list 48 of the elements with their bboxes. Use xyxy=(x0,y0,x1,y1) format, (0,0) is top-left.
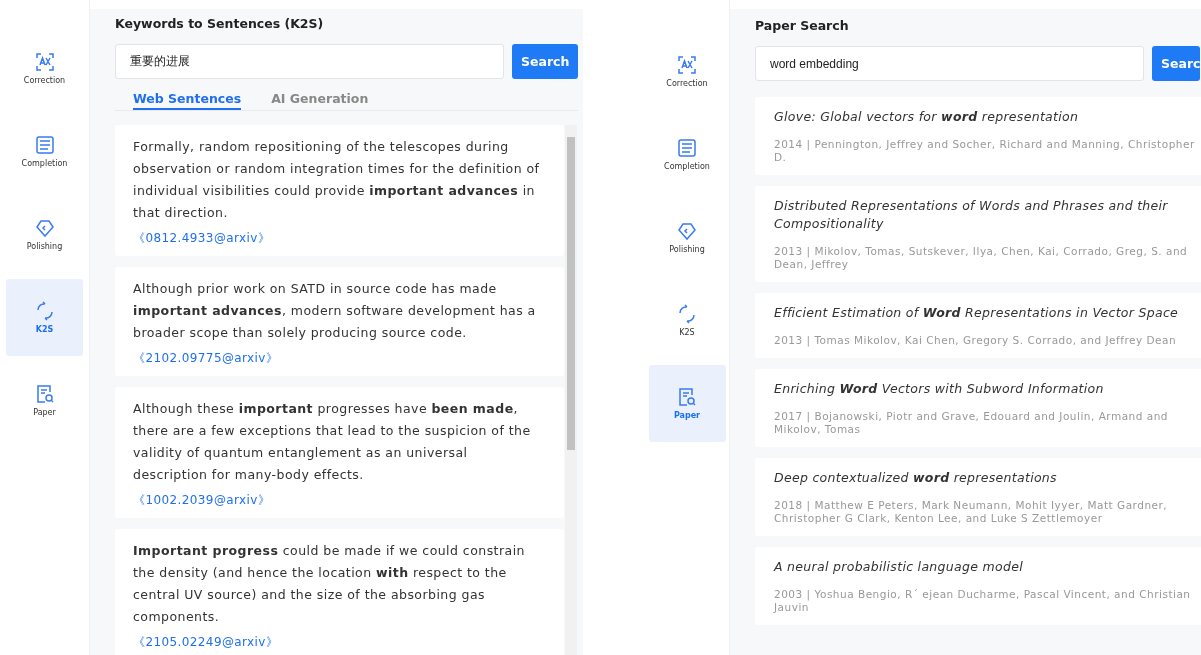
sidebar-item[interactable]: Completion xyxy=(648,116,726,193)
document-search-icon xyxy=(677,387,697,407)
text-scan-icon xyxy=(677,55,697,75)
diamond-icon xyxy=(34,218,55,238)
sentence-text: Although these important progresses have been made, there are a few exceptions that lead to the suspicion of the validity of quantum entanglement as an universal description for many-body effects. xyxy=(133,400,532,484)
search-button[interactable]: Searc xyxy=(1152,46,1200,81)
search-field[interactable]: 重要的进展 xyxy=(115,44,504,79)
convert-arrows-icon xyxy=(677,304,697,324)
search-field[interactable]: word embedding xyxy=(755,46,1144,81)
paper-title[interactable]: Enriching Word Vectors with Subword Information xyxy=(774,380,1197,398)
paper-title[interactable]: Distributed Representations of Words and Phrases and their Compositionality xyxy=(774,197,1197,233)
convert-arrows-icon xyxy=(34,301,55,321)
paper-title[interactable]: Deep contextualized word representations xyxy=(774,469,1197,487)
paper-meta: 2003 | Yoshua Bengio, R´ ejean Ducharme, Pascal Vincent, and Christian Jauvin xyxy=(774,588,1192,614)
sentence-text: Although prior work on SATD in source code has made important advances, modern software development has a broader scope than solely producing source code. xyxy=(133,280,537,342)
source-link[interactable]: 《1002.2039@arxiv》 xyxy=(133,492,271,509)
sidebar-item[interactable]: Correction xyxy=(648,33,726,110)
sidebar-item[interactable]: Polishing xyxy=(648,199,726,276)
paper-title[interactable]: Glove: Global vectors for word representation xyxy=(774,108,1197,126)
source-link[interactable]: 《2105.02249@arxiv》 xyxy=(133,634,279,651)
sidebar-item[interactable]: Paper xyxy=(6,362,83,439)
sentence-text: Formally, random repositioning of the telescopes during observation or random integration times for the definition of individual visibilities could provide important advances in that direction. xyxy=(133,138,541,222)
page-title: Keywords to Sentences (K2S) xyxy=(115,16,325,33)
scrollbar[interactable] xyxy=(565,125,577,655)
sidebar-item[interactable]: Polishing xyxy=(6,196,83,273)
sidebar-item[interactable]: Paper xyxy=(648,365,726,442)
paper-meta: 2017 | Bojanowski, Piotr and Grave, Edouard and Joulin, Armand and Mikolov, Tomas xyxy=(774,410,1170,436)
sidebar-item[interactable]: K2S xyxy=(648,282,726,359)
paper-meta: 2018 | Matthew E Peters, Mark Neumann, Mohit Iyyer, Matt Gardner, Christopher G Clark, Kenton Lee, and Luke S Zettlemoyer xyxy=(774,499,1169,525)
sentence-text: Important progress could be made if we could constrain the density (and hence the location with respect to the central UV source) and the size of the absorbing gas components. xyxy=(133,542,526,626)
paper-meta: 2013 | Tomas Mikolov, Kai Chen, Gregory S. Corrado, and Jeffrey Dean xyxy=(774,334,1178,347)
source-link[interactable]: 《2102.09775@arxiv》 xyxy=(133,350,279,367)
page-title: Paper Search xyxy=(755,18,850,35)
text-scan-icon xyxy=(34,52,55,72)
source-link[interactable]: 《0812.4933@arxiv》 xyxy=(133,230,271,247)
sidebar-item[interactable]: K2S xyxy=(6,279,83,356)
tab[interactable]: Web Sentences xyxy=(133,91,242,110)
document-search-icon xyxy=(34,384,55,404)
paper-meta: 2014 | Pennington, Jeffrey and Socher, Richard and Manning, Christopher D. xyxy=(774,138,1196,164)
search-button[interactable]: Search xyxy=(512,44,579,79)
document-lines-icon xyxy=(677,138,697,158)
paper-title[interactable]: Efficient Estimation of Word Representations in Vector Space xyxy=(774,304,1197,322)
diamond-icon xyxy=(677,221,697,241)
paper-title[interactable]: A neural probabilistic language model xyxy=(774,558,1197,576)
document-lines-icon xyxy=(34,135,55,155)
sidebar-item[interactable]: Correction xyxy=(6,30,83,107)
paper-meta: 2013 | Mikolov, Tomas, Sutskever, Ilya, Chen, Kai, Corrado, Greg, S. and Dean, Jeffrey xyxy=(774,245,1189,271)
sidebar-item[interactable]: Completion xyxy=(6,113,83,190)
